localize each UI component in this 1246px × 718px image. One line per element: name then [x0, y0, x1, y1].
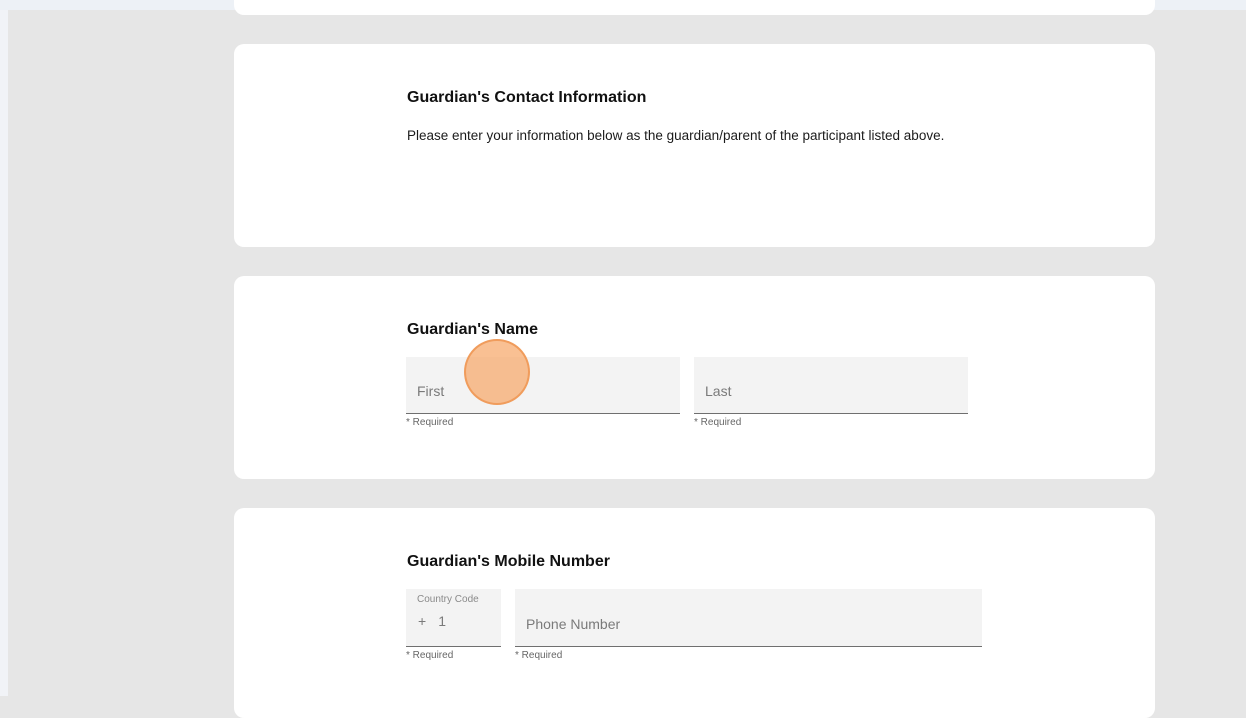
- phone-number-input[interactable]: [515, 589, 982, 646]
- plus-sign: +: [418, 613, 427, 629]
- left-page-edge: [0, 10, 8, 696]
- guardian-contact-info-section: Guardian's Contact Information Please en…: [234, 44, 1155, 247]
- last-name-input[interactable]: [694, 357, 968, 413]
- first-name-input[interactable]: [406, 357, 680, 413]
- last-name-required-hint: * Required: [694, 417, 742, 428]
- section-title: Guardian's Contact Information: [407, 89, 647, 106]
- country-code-required-hint: * Required: [406, 650, 454, 661]
- phone-number-field[interactable]: [515, 589, 982, 647]
- country-code-number: 1: [438, 613, 446, 629]
- section-description: Please enter your information below as t…: [407, 128, 945, 143]
- guardian-mobile-label: Guardian's Mobile Number: [407, 553, 610, 570]
- phone-number-required-hint: * Required: [515, 650, 563, 661]
- first-name-field[interactable]: [406, 357, 680, 414]
- previous-section-card: [234, 0, 1155, 15]
- guardian-name-section: Guardian's Name * Required * Required: [234, 276, 1155, 479]
- country-code-label: Country Code: [417, 594, 479, 605]
- country-code-value[interactable]: +1: [418, 613, 446, 629]
- guardian-mobile-section: Guardian's Mobile Number Country Code +1…: [234, 508, 1155, 718]
- first-name-required-hint: * Required: [406, 417, 454, 428]
- country-code-field[interactable]: Country Code +1: [406, 589, 501, 647]
- guardian-name-label: Guardian's Name: [407, 321, 538, 338]
- last-name-field[interactable]: [694, 357, 968, 414]
